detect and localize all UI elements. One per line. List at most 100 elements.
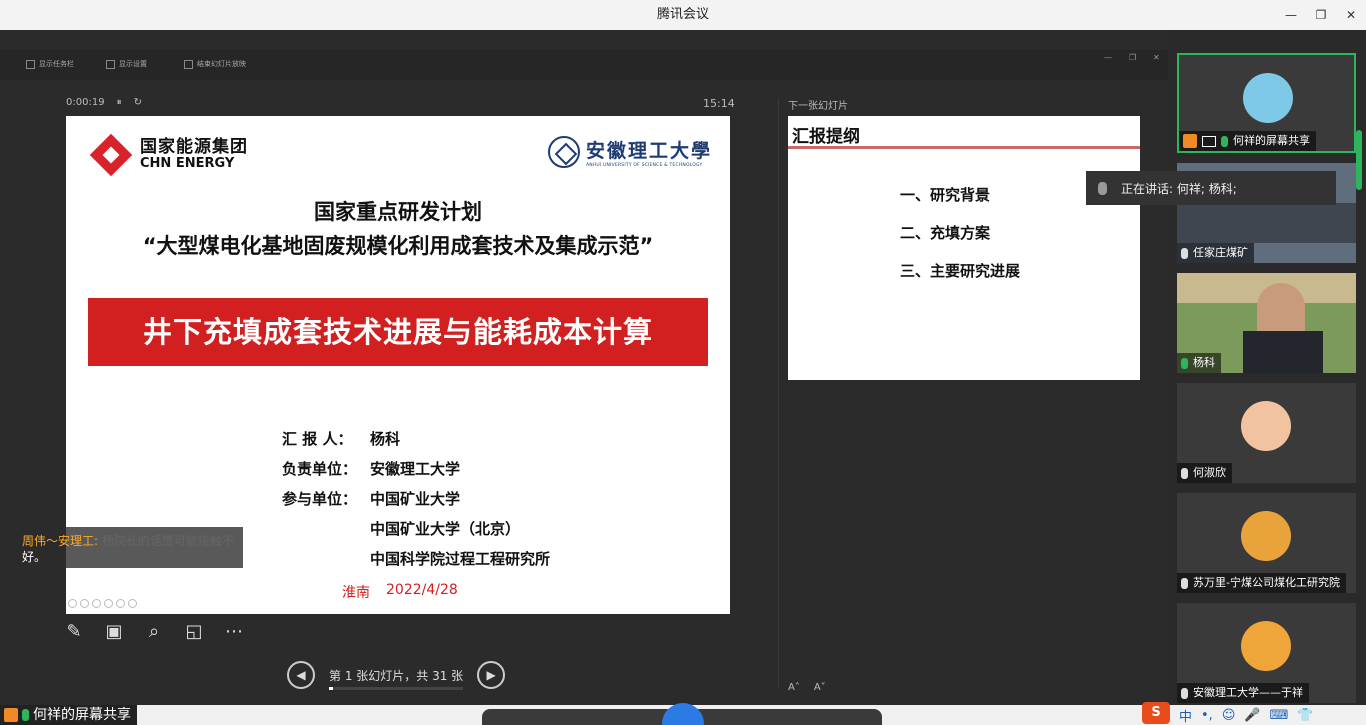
ahust-logo-en: ANHUI UNIVERSITY OF SCIENCE & TECHNOLOGY: [585, 163, 703, 168]
mic-icon: [1098, 181, 1107, 195]
user-icon: [1183, 134, 1197, 148]
next-slide-items: 一、研究背景 二、充填方案 三、主要研究进展: [900, 176, 1020, 290]
emoji-icon[interactable]: ☺: [1222, 708, 1236, 723]
speaking-indicator: 正在讲话: 何祥; 杨科;: [1086, 171, 1336, 205]
pause-icon[interactable]: ⏸: [117, 97, 122, 108]
outline-item: 三、主要研究进展: [900, 262, 1021, 280]
keyboard-icon[interactable]: ⌨: [1270, 708, 1289, 723]
pp-minimize-icon[interactable]: —: [1104, 53, 1112, 62]
mini-zoom-icon[interactable]: [116, 599, 125, 608]
next-slide-button[interactable]: ▶: [477, 661, 506, 689]
participant-tile[interactable]: 杨科: [1177, 273, 1356, 373]
participant-nametag: 任家庄煤矿: [1177, 243, 1254, 263]
avatar: [1241, 511, 1291, 561]
avatar: [1243, 73, 1293, 123]
meeting-control-knob[interactable]: [662, 703, 704, 725]
clock: 15:14: [703, 97, 735, 110]
info-label: 参与单位：: [282, 490, 358, 508]
mini-next-icon[interactable]: [80, 599, 89, 608]
subtitle-speaker: 周伟～安理工:: [22, 534, 99, 548]
subtitle-message-2: 好。: [22, 550, 47, 564]
ime-mode-icon[interactable]: 中: [1179, 706, 1192, 725]
participants-scrollbar[interactable]: [1356, 130, 1362, 190]
screen-share-label[interactable]: 何祥的屏幕共享: [0, 705, 137, 725]
window-title: 腾讯会议: [656, 7, 709, 22]
prev-slide-button[interactable]: ◀: [287, 661, 315, 689]
participant-nametag: 杨科: [1177, 353, 1221, 373]
chn-logo-cn: 国家能源集团: [140, 137, 248, 158]
pen-icon[interactable]: ✎: [62, 620, 86, 644]
participant-tile[interactable]: 安徽理工大学——于祥: [1177, 603, 1356, 703]
all-slides-icon[interactable]: ▣: [102, 620, 126, 644]
slide-date: 2022/4/28: [386, 582, 458, 598]
next-slide-label: 下一张幻灯片: [788, 101, 848, 112]
skin-icon[interactable]: 👕: [1297, 708, 1313, 723]
black-screen-icon[interactable]: ◱: [182, 620, 206, 644]
avatar: [1241, 621, 1291, 671]
slide-place-date: 淮南 2022/4/28: [342, 582, 458, 602]
close-button[interactable]: ✕: [1336, 0, 1366, 30]
slide-mini-controls: [68, 599, 137, 608]
chn-energy-diamond-icon: [88, 132, 134, 178]
decrease-font-button[interactable]: A˅: [814, 682, 826, 693]
info-label: [282, 514, 370, 544]
presenter-view: 显示任务栏 显示设置 结束幻灯片放映 — ❐ ✕ 0:00:19 ⏸ ↻ 15:…: [0, 30, 1168, 705]
slide-progress-fill: [329, 686, 334, 690]
share-label-text: 何祥的屏幕共享: [33, 707, 131, 723]
participant-name: 杨科: [1193, 356, 1215, 369]
participant-name: 何祥的屏幕共享: [1233, 134, 1310, 147]
participant-tile[interactable]: 何祥的屏幕共享: [1177, 53, 1356, 153]
ahust-logo-name: 安徽理工大學: [585, 140, 712, 162]
mini-more-icon[interactable]: [128, 599, 137, 608]
restart-timer-icon[interactable]: ↻: [134, 97, 142, 108]
ahust-logo: 安徽理工大學 ANHUI UNIVERSITY OF SCIENCE & TEC…: [547, 136, 712, 168]
participant-name: 任家庄煤矿: [1193, 246, 1248, 259]
participant-name: 苏万里-宁煤公司煤化工研究院: [1193, 576, 1340, 589]
taskbar-toggle[interactable]: 显示任务栏: [26, 59, 74, 69]
chn-energy-logo: 国家能源集团 CHN ENERGY: [88, 132, 248, 178]
window-titlebar: 腾讯会议 — ❐ ✕: [0, 0, 1366, 30]
participant-nametag: 何淑欣: [1177, 463, 1232, 483]
info-label: [282, 544, 370, 574]
punctuation-icon[interactable]: •,: [1201, 708, 1213, 723]
pp-close-icon[interactable]: ✕: [1153, 53, 1160, 62]
slide-info: 汇 报 人： 杨科 负责单位： 安徽理工大学 参与单位： 中国矿业大学 中国矿业大学（…: [282, 424, 550, 574]
zoom-icon[interactable]: ⌕: [142, 620, 166, 644]
tool-label: 结束幻灯片放映: [197, 60, 246, 68]
end-show-icon: [184, 59, 193, 69]
end-show-button[interactable]: 结束幻灯片放映: [184, 59, 246, 69]
more-options-icon[interactable]: ⋯: [222, 620, 246, 644]
restore-button[interactable]: ❐: [1306, 0, 1336, 30]
mic-icon: [1221, 135, 1228, 147]
pane-divider[interactable]: [778, 98, 779, 688]
meeting-control-tab[interactable]: [482, 703, 882, 725]
mini-slides-icon[interactable]: [104, 599, 113, 608]
user-icon: [4, 708, 18, 722]
next-slide-preview[interactable]: 汇报提纲 一、研究背景 二、充填方案 三、主要研究进展: [788, 116, 1140, 380]
display-settings[interactable]: 显示设置: [106, 59, 147, 69]
screen-share-icon: [1202, 135, 1216, 147]
mini-prev-icon[interactable]: [68, 599, 77, 608]
participant-tile[interactable]: 何淑欣: [1177, 383, 1356, 483]
increase-font-button[interactable]: A˄: [788, 682, 800, 693]
info-value: 安徽理工大学: [370, 460, 461, 478]
sogou-logo-icon[interactable]: S: [1142, 702, 1170, 724]
info-label: 汇 报 人：: [282, 430, 353, 448]
info-value: 中国矿业大学（北京）: [370, 520, 521, 538]
presenter-tools: ✎ ▣ ⌕ ◱ ⋯: [62, 620, 246, 644]
mic-muted-icon: [1181, 467, 1188, 479]
participant-name: 何淑欣: [1193, 466, 1226, 479]
participant-tile[interactable]: 苏万里-宁煤公司煤化工研究院: [1177, 493, 1356, 593]
notes-font-size: A˄ A˅: [788, 682, 826, 693]
mini-pen-icon[interactable]: [92, 599, 101, 608]
slide-counter: 第 1 张幻灯片，共 31 张: [329, 667, 463, 690]
info-value: 杨科: [370, 430, 401, 448]
next-slide-rule: [788, 146, 1140, 149]
minimize-button[interactable]: —: [1276, 0, 1306, 30]
elapsed-time: 0:00:19: [66, 97, 105, 108]
pp-restore-icon[interactable]: ❐: [1129, 53, 1136, 62]
voice-icon[interactable]: 🎤: [1244, 708, 1260, 723]
info-label: 负责单位：: [282, 460, 358, 478]
chn-logo-en: CHN ENERGY: [140, 156, 235, 172]
outline-item: 二、充填方案: [900, 224, 991, 242]
